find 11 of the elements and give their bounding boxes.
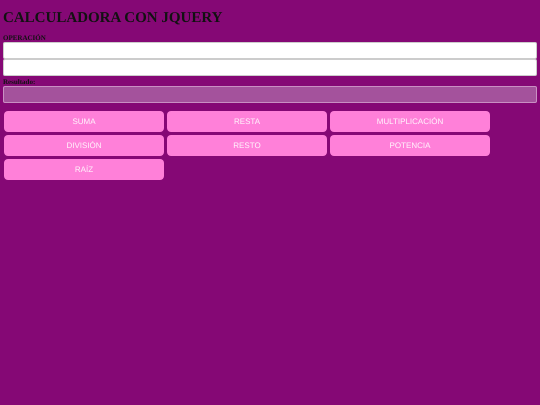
operation-button[interactable]: SUMA [4,111,164,132]
operation-button[interactable]: RESTO [167,135,327,156]
result-field[interactable] [3,86,537,103]
operation-button[interactable]: POTENCIA [330,135,490,156]
operation-button[interactable]: RAÍZ [4,159,164,180]
input-field[interactable] [3,59,537,76]
operation-button[interactable]: RESTA [167,111,327,132]
operation-button[interactable]: MULTIPLICACIÓN [330,111,490,132]
operation-button[interactable]: DIVISIÓN [4,135,164,156]
page-title: CALCULADORA CON JQUERY [3,10,224,26]
input-field[interactable] [3,42,537,59]
